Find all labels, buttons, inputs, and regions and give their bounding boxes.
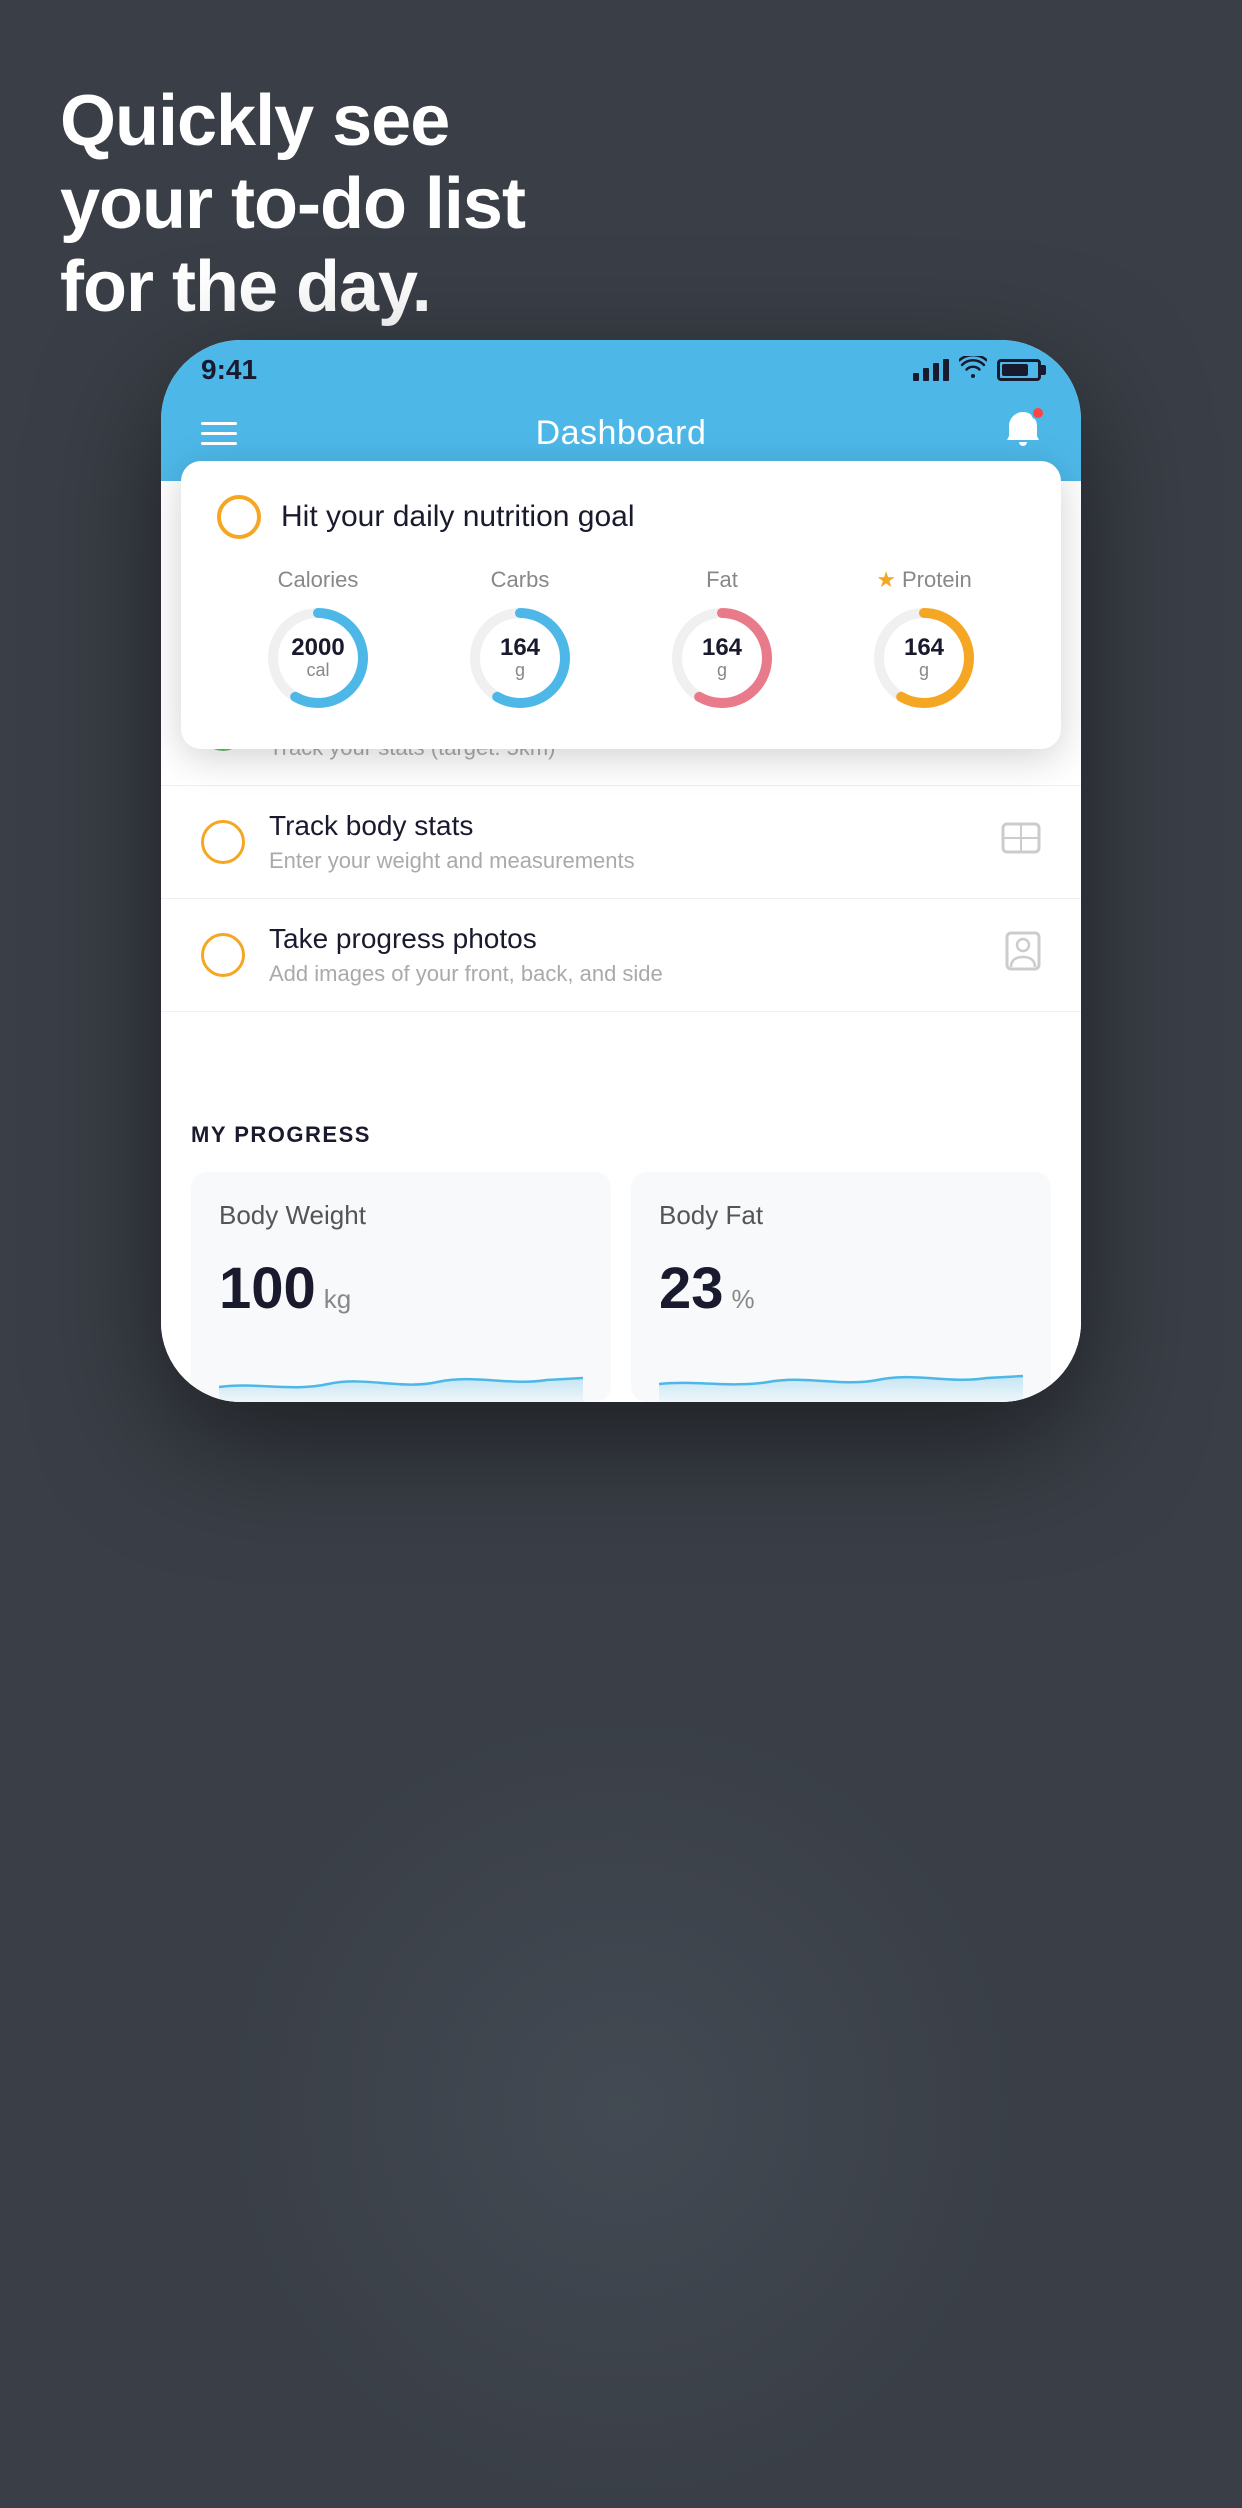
todo-text-photos: Take progress photos Add images of your … — [269, 923, 981, 987]
body-weight-card[interactable]: Body Weight 100 kg — [191, 1172, 611, 1402]
hero-line3: for the day. — [60, 246, 525, 329]
hero-line1: Quickly see — [60, 80, 525, 163]
nutrition-card-header: Hit your daily nutrition goal — [217, 495, 1025, 539]
protein-label: ★ Protein — [876, 567, 971, 593]
app-content: THINGS TO DO TODAY Hit your daily nutrit… — [161, 481, 1081, 1402]
fat-donut: 164 g — [667, 603, 777, 713]
todo-item-photos[interactable]: Take progress photos Add images of your … — [161, 899, 1081, 1012]
body-weight-title: Body Weight — [219, 1200, 583, 1231]
body-fat-card[interactable]: Body Fat 23 % — [631, 1172, 1051, 1402]
body-fat-value-row: 23 % — [659, 1255, 1023, 1322]
body-weight-chart — [219, 1342, 583, 1402]
fat-label: Fat — [706, 567, 738, 593]
todo-circle-nutrition — [217, 495, 261, 539]
protein-unit: g — [919, 660, 929, 680]
todo-title-body-stats: Track body stats — [269, 810, 977, 842]
calories-donut: 2000 cal — [263, 603, 373, 713]
progress-cards: Body Weight 100 kg — [191, 1172, 1051, 1402]
todo-title-photos: Take progress photos — [269, 923, 981, 955]
nutrition-stat-carbs: Carbs 164 g — [465, 567, 575, 713]
todo-subtitle-body-stats: Enter your weight and measurements — [269, 848, 977, 874]
bell-icon — [1005, 418, 1041, 456]
body-weight-value-row: 100 kg — [219, 1255, 583, 1322]
todo-status-body-stats — [201, 820, 245, 864]
phone: 9:41 — [161, 340, 1081, 1402]
todo-text-body-stats: Track body stats Enter your weight and m… — [269, 810, 977, 874]
scale-icon — [1001, 820, 1041, 865]
carbs-value: 164 — [500, 635, 540, 661]
nutrition-stat-protein: ★ Protein 164 g — [869, 567, 979, 713]
status-bar: 9:41 — [161, 340, 1081, 394]
carbs-label: Carbs — [491, 567, 550, 593]
progress-header: MY PROGRESS — [191, 1122, 1051, 1148]
todo-status-photos — [201, 933, 245, 977]
menu-icon[interactable] — [201, 422, 237, 445]
body-weight-unit: kg — [324, 1284, 351, 1315]
spacer — [161, 1012, 1081, 1092]
body-fat-title: Body Fat — [659, 1200, 1023, 1231]
notification-button[interactable] — [1005, 410, 1041, 457]
nutrition-stat-calories: Calories 2000 cal — [263, 567, 373, 713]
calories-label: Calories — [278, 567, 359, 593]
calories-unit: cal — [306, 660, 329, 680]
status-time: 9:41 — [201, 354, 257, 386]
calories-value: 2000 — [291, 635, 344, 661]
nutrition-card-title: Hit your daily nutrition goal — [281, 500, 635, 534]
star-icon: ★ — [876, 567, 896, 593]
fat-value: 164 — [702, 635, 742, 661]
signal-icon — [913, 359, 949, 381]
notification-badge — [1031, 406, 1045, 420]
battery-icon — [997, 359, 1041, 381]
hero-text: Quickly see your to-do list for the day. — [60, 80, 525, 328]
phone-wrapper: 9:41 — [161, 340, 1081, 1402]
progress-section: MY PROGRESS Body Weight 100 kg — [161, 1092, 1081, 1402]
nutrition-stats: Calories 2000 cal — [217, 567, 1025, 713]
protein-value: 164 — [904, 635, 944, 661]
body-weight-value: 100 — [219, 1255, 316, 1322]
fat-unit: g — [717, 660, 727, 680]
todo-item-body-stats[interactable]: Track body stats Enter your weight and m… — [161, 786, 1081, 899]
person-icon — [1005, 931, 1041, 980]
body-fat-chart — [659, 1342, 1023, 1402]
header-title: Dashboard — [536, 414, 707, 453]
body-fat-value: 23 — [659, 1255, 724, 1322]
hero-line2: your to-do list — [60, 163, 525, 246]
status-icons — [913, 356, 1041, 384]
carbs-unit: g — [515, 660, 525, 680]
protein-donut: 164 g — [869, 603, 979, 713]
wifi-icon — [959, 356, 987, 384]
carbs-donut: 164 g — [465, 603, 575, 713]
todo-subtitle-photos: Add images of your front, back, and side — [269, 961, 981, 987]
nutrition-stat-fat: Fat 164 g — [667, 567, 777, 713]
nutrition-card[interactable]: Hit your daily nutrition goal Calories — [181, 461, 1061, 749]
body-fat-unit: % — [732, 1284, 755, 1315]
